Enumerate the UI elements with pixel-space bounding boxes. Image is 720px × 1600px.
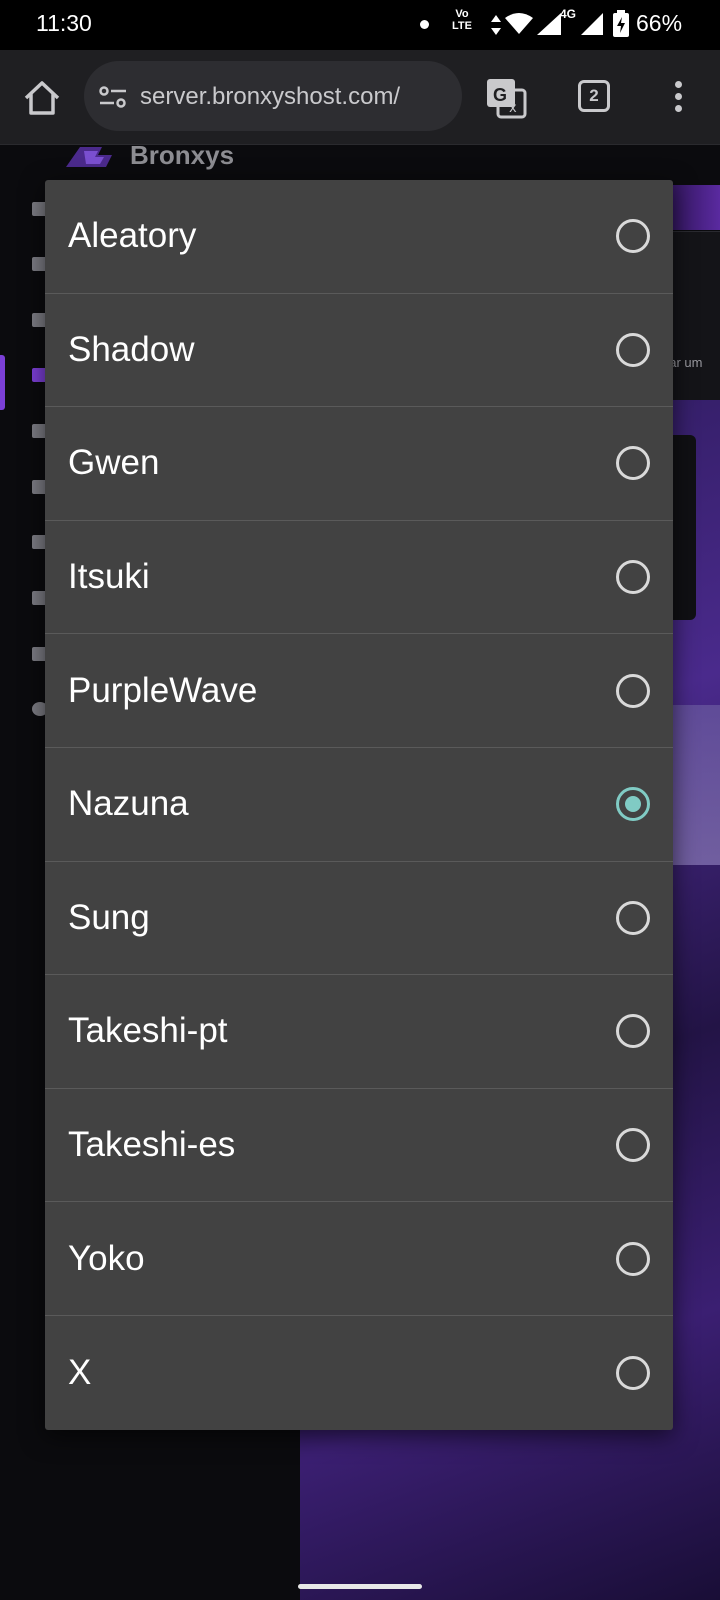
option-row[interactable]: Yoko <box>45 1202 673 1316</box>
radio-unchecked-icon[interactable] <box>616 1241 650 1276</box>
radio-unchecked-icon[interactable] <box>616 673 650 708</box>
signal-icon-2 <box>581 13 603 35</box>
option-label: Takeshi-es <box>68 1125 236 1165</box>
option-row[interactable]: Itsuki <box>45 521 673 635</box>
option-label: Yoko <box>68 1238 145 1278</box>
volte-bottom-label: LTE <box>452 20 472 32</box>
tab-switcher-button[interactable]: 2 <box>578 80 610 112</box>
site-settings-icon[interactable] <box>98 85 128 109</box>
notification-dot-icon <box>420 20 429 29</box>
option-label: PurpleWave <box>68 670 258 710</box>
url-text: server.bronxyshost.com/ <box>140 83 401 110</box>
radio-unchecked-icon[interactable] <box>616 1355 650 1390</box>
option-row[interactable]: Aleatory <box>45 180 673 294</box>
radio-unchecked-icon[interactable] <box>616 332 650 367</box>
option-label: Itsuki <box>68 557 150 597</box>
option-label: Takeshi-pt <box>68 1011 228 1051</box>
option-row[interactable]: Gwen <box>45 407 673 521</box>
bronxys-logo-text: Bronxys <box>130 145 235 170</box>
option-row[interactable]: Nazuna <box>45 748 673 862</box>
radio-checked-icon[interactable] <box>616 787 650 822</box>
svg-text:x: x <box>509 101 517 116</box>
overflow-menu-icon[interactable] <box>666 78 690 118</box>
option-label: Sung <box>68 897 150 937</box>
translate-icon[interactable]: G x <box>484 76 528 120</box>
select-dialog: Aleatory Shadow Gwen Itsuki PurpleWave Nazuna… <box>45 180 673 1430</box>
option-row[interactable]: X <box>45 1316 673 1430</box>
svg-text:G: G <box>493 85 507 105</box>
sidebar-active-indicator <box>0 355 5 410</box>
status-bar: 11:30 Vo LTE 4G 66% <box>0 0 720 50</box>
option-row[interactable]: PurpleWave <box>45 634 673 748</box>
address-bar[interactable]: server.bronxyshost.com/ <box>84 61 462 131</box>
signal-icon-1 <box>537 13 561 35</box>
home-icon[interactable] <box>22 78 62 118</box>
radio-unchecked-icon[interactable] <box>616 900 650 935</box>
status-time: 11:30 <box>36 10 92 36</box>
battery-percentage: 66% <box>636 10 683 36</box>
option-label: Nazuna <box>68 784 189 824</box>
data-arrows-icon <box>491 15 501 35</box>
option-row[interactable]: Takeshi-pt <box>45 975 673 1089</box>
option-label: X <box>68 1352 92 1392</box>
option-row[interactable]: Takeshi-es <box>45 1089 673 1203</box>
volte-indicator: Vo LTE <box>452 8 472 32</box>
option-label: Aleatory <box>68 216 197 256</box>
bronxys-logo-icon <box>66 147 112 167</box>
option-label: Shadow <box>68 329 195 369</box>
radio-unchecked-icon[interactable] <box>616 219 650 254</box>
radio-unchecked-icon[interactable] <box>616 1128 650 1163</box>
gesture-navigation-bar[interactable] <box>298 1584 422 1589</box>
browser-toolbar: server.bronxyshost.com/ G x 2 <box>0 50 720 145</box>
option-row[interactable]: Sung <box>45 862 673 976</box>
option-row[interactable]: Shadow <box>45 294 673 408</box>
radio-unchecked-icon[interactable] <box>616 1014 650 1049</box>
network-type-label: 4G <box>560 7 577 21</box>
option-label: Gwen <box>68 443 160 483</box>
radio-unchecked-icon[interactable] <box>616 446 650 481</box>
volte-top-label: Vo <box>455 8 469 20</box>
wifi-icon <box>505 13 533 34</box>
battery-charging-icon <box>613 10 629 37</box>
radio-unchecked-icon[interactable] <box>616 560 650 595</box>
